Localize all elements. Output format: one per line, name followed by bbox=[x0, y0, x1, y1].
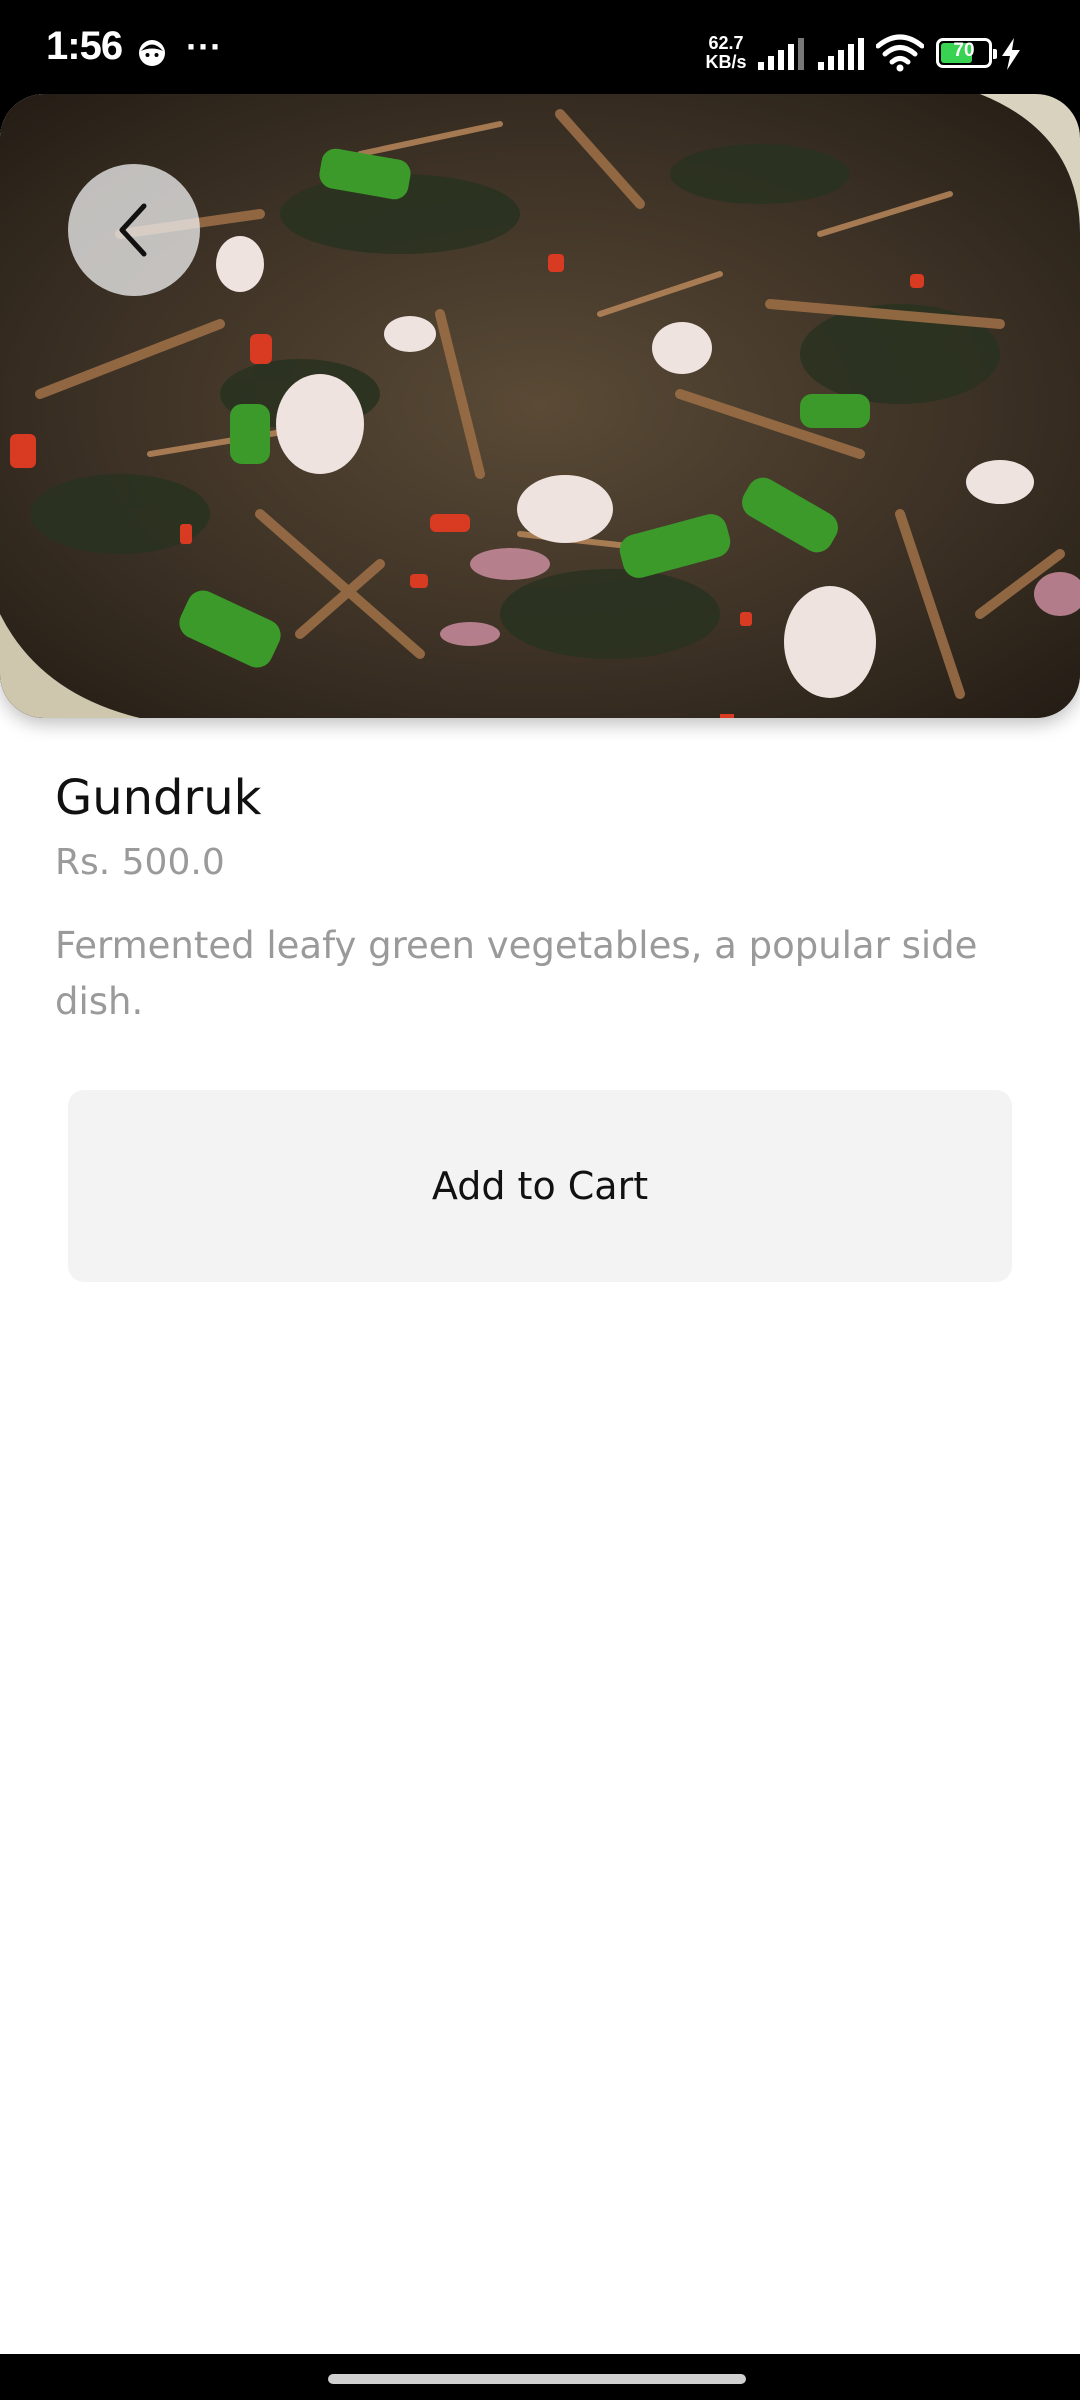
product-description: Fermented leafy green vegetables, a popu… bbox=[55, 924, 978, 1023]
home-indicator[interactable] bbox=[328, 2374, 746, 2384]
product-price: Rs. 500.0 bbox=[55, 842, 225, 883]
product-title: Gundruk bbox=[55, 770, 262, 826]
battery-icon: 70 bbox=[936, 38, 997, 68]
face-icon bbox=[139, 40, 165, 66]
product-detail-screen: Gundruk Rs. 500.0 Fermented leafy green … bbox=[0, 94, 1080, 2354]
signal-icon bbox=[818, 38, 864, 70]
battery-level: 70 bbox=[953, 40, 975, 61]
network-speed-unit: KB/s bbox=[705, 52, 747, 72]
status-bar: 1:56 ··· 62.7 KB/s 70 bbox=[0, 0, 1080, 98]
network-speed: 62.7 KB/s bbox=[700, 34, 752, 72]
more-notifications-icon: ··· bbox=[186, 26, 222, 67]
network-speed-value: 62.7 bbox=[708, 33, 744, 53]
wifi-icon bbox=[876, 34, 924, 72]
back-button[interactable] bbox=[68, 164, 200, 296]
add-to-cart-button[interactable]: Add to Cart bbox=[68, 1090, 1012, 1282]
charging-icon bbox=[1002, 38, 1020, 70]
add-to-cart-label: Add to Cart bbox=[431, 1164, 649, 1208]
chevron-left-icon bbox=[119, 203, 147, 257]
status-time: 1:56 bbox=[46, 24, 123, 68]
signal-icon bbox=[758, 38, 804, 70]
